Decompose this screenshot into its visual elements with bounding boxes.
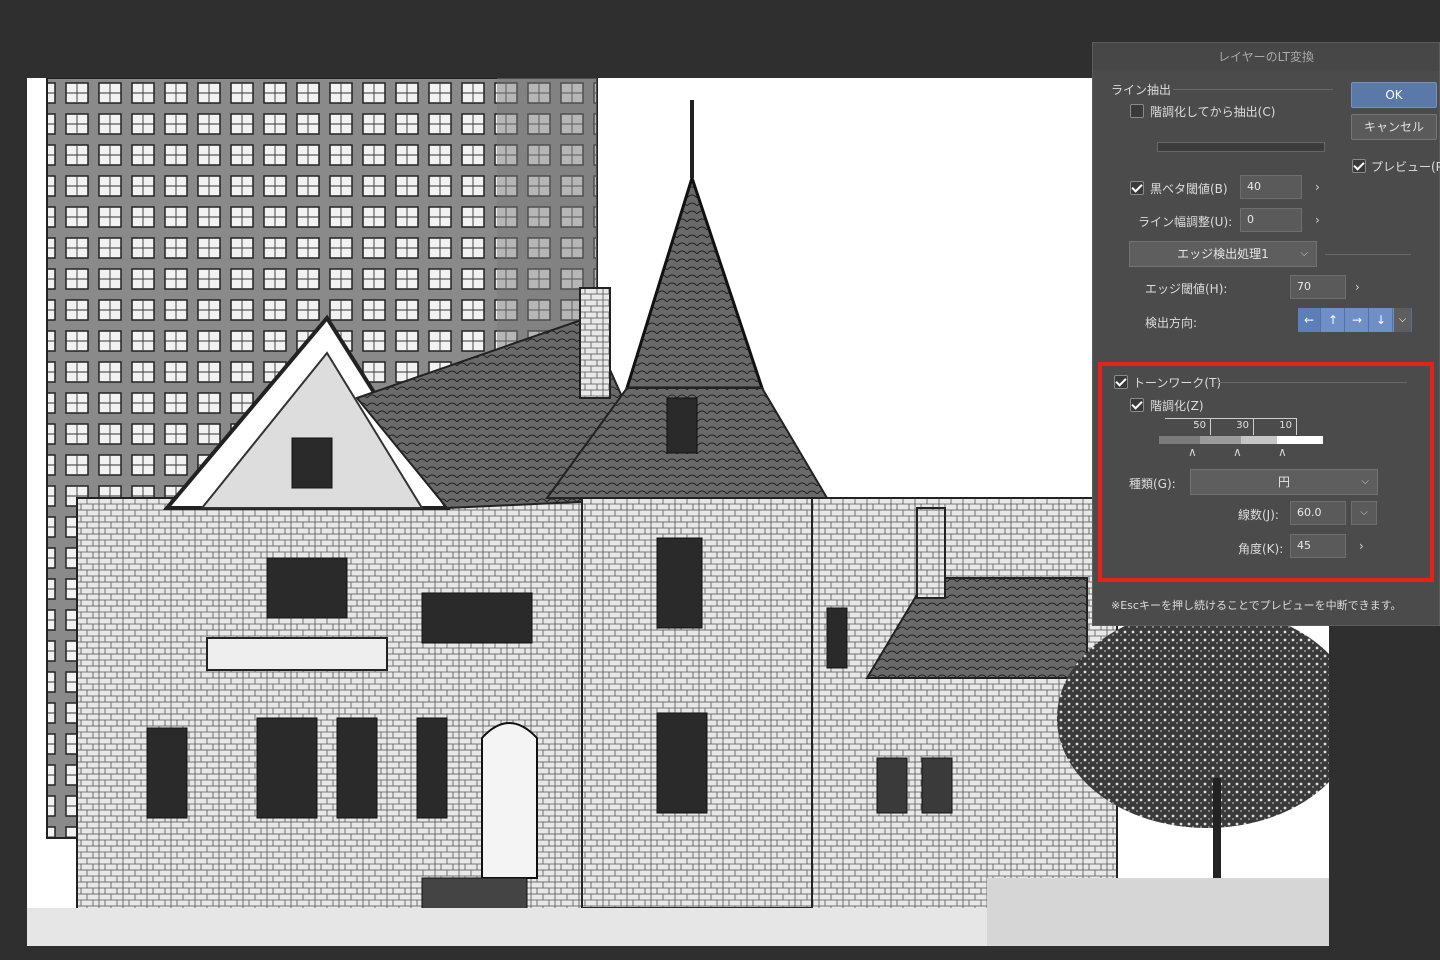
preview-label: プレビュー(P): [1371, 160, 1440, 174]
dialog-title[interactable]: レイヤーのLT変換: [1093, 43, 1439, 71]
lines-label: 線数(J):: [1238, 508, 1279, 522]
gradation-level-value: 50: [1193, 420, 1206, 431]
tone-first-label: 階調化してから抽出(C): [1150, 105, 1276, 119]
line-extract-group-title: ライン抽出: [1111, 83, 1172, 97]
edge-mode-select[interactable]: エッジ検出処理1 ⌵: [1129, 241, 1317, 267]
gradation-level-marker: 10: [1254, 418, 1297, 435]
line-width-label: ライン幅調整(U):: [1138, 215, 1233, 229]
arrow-left-icon[interactable]: ←: [1298, 308, 1321, 332]
gradation-level-marker: 50: [1165, 418, 1211, 435]
gradation-handle-icon[interactable]: ∧: [1278, 445, 1287, 459]
ok-button[interactable]: OK: [1351, 82, 1437, 108]
line-width-slider-arrow-icon[interactable]: ›: [1315, 214, 1327, 226]
edge-threshold-slider-arrow-icon[interactable]: ›: [1355, 281, 1367, 293]
gradation-handle-icon[interactable]: ∧: [1188, 445, 1197, 459]
direction-label: 検出方向:: [1145, 316, 1198, 330]
edge-threshold-input[interactable]: 70: [1290, 275, 1346, 299]
gradation-level-value: 30: [1236, 420, 1249, 431]
lines-dropdown-chevron-icon[interactable]: ⌵: [1351, 501, 1377, 525]
angle-slider-arrow-icon[interactable]: ›: [1359, 540, 1371, 552]
tone-first-checkbox[interactable]: [1130, 104, 1144, 118]
black-threshold-slider-arrow-icon[interactable]: ›: [1315, 181, 1327, 193]
type-label: 種類(G):: [1129, 477, 1176, 491]
gradation-level-value: 10: [1279, 420, 1292, 431]
tone-work-checkbox[interactable]: [1114, 375, 1128, 389]
arrow-down-icon[interactable]: ↓: [1370, 308, 1393, 332]
arrow-up-icon[interactable]: ↑: [1322, 308, 1345, 332]
gradation-handle-icon[interactable]: ∧: [1233, 445, 1242, 459]
edge-mode-value: エッジ検出処理1: [1177, 247, 1269, 261]
direction-button-group: ← ↑ → ↓ ⌵: [1298, 308, 1412, 332]
chevron-down-icon: ⌵: [1361, 476, 1369, 487]
group-divider: [1215, 382, 1407, 383]
edge-threshold-label: エッジ閾値(H):: [1145, 282, 1228, 296]
line-width-input[interactable]: 0: [1240, 208, 1302, 232]
gradation-checkbox[interactable]: [1130, 398, 1144, 412]
angle-input[interactable]: 45: [1290, 534, 1346, 558]
angle-label: 角度(K):: [1238, 542, 1284, 556]
arrow-right-icon[interactable]: →: [1346, 308, 1369, 332]
black-threshold-label: 黒ベタ閾値(B): [1150, 182, 1228, 196]
group-divider: [1325, 254, 1411, 255]
chevron-down-icon: ⌵: [1300, 248, 1308, 259]
preview-progress-bar: [1157, 142, 1325, 152]
black-threshold-input[interactable]: 40: [1240, 175, 1302, 199]
lt-conversion-dialog: レイヤーのLT変換 OK キャンセル プレビュー(P) ライン抽出 階調化してか…: [1092, 42, 1440, 626]
tone-type-select[interactable]: 円 ⌵: [1190, 469, 1378, 495]
gradation-level-marker: 30: [1211, 418, 1254, 435]
gradation-bar[interactable]: [1159, 436, 1323, 444]
preview-checkbox[interactable]: [1352, 159, 1366, 173]
group-divider: [1173, 89, 1333, 90]
cancel-button[interactable]: キャンセル: [1351, 114, 1437, 140]
esc-note: ※Escキーを押し続けることでプレビューを中断できます。: [1111, 599, 1402, 612]
tone-type-value: 円: [1277, 475, 1290, 489]
gradation-label: 階調化(Z): [1150, 399, 1204, 413]
black-threshold-checkbox[interactable]: [1130, 181, 1144, 195]
tone-work-label: トーンワーク(T): [1133, 376, 1222, 390]
lines-input[interactable]: 60.0: [1290, 501, 1346, 525]
direction-dropdown-chevron-icon[interactable]: ⌵: [1394, 308, 1412, 332]
